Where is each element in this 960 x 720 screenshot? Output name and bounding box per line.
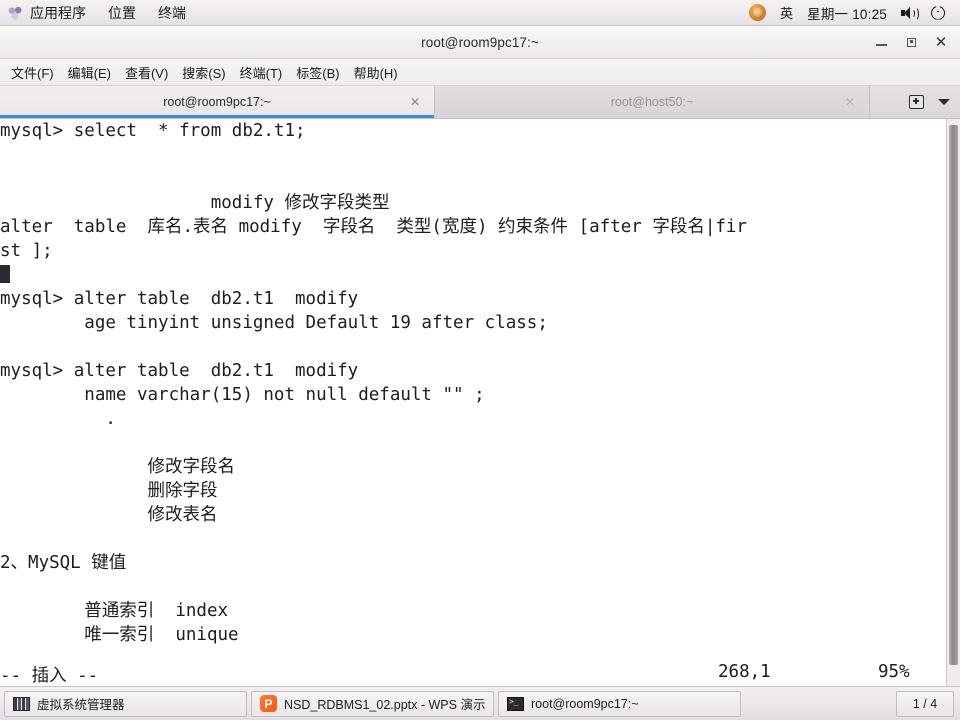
- power-button[interactable]: [924, 0, 952, 25]
- vim-mode-indicator: -- 插入 --: [0, 666, 99, 686]
- fcitx-input-method-icon: [749, 4, 767, 21]
- vim-ruler: 268,1: [718, 662, 771, 682]
- minimize-icon: [875, 44, 887, 46]
- terminal-line: name varchar(15) not null default "" ;: [0, 385, 485, 405]
- menu-help[interactable]: 帮助(H): [347, 60, 405, 85]
- terminal-line: .: [0, 409, 116, 429]
- panel-menu-group: 应用程序 位置 终端: [0, 0, 197, 25]
- menu-bar: 文件(F) 编辑(E) 查看(V) 搜索(S) 终端(T) 标签(B) 帮助(H…: [0, 59, 960, 86]
- window-titlebar[interactable]: root@room9pc17:~ ✕: [0, 26, 960, 59]
- terminal-line: 修改字段名: [0, 457, 236, 477]
- input-method-label[interactable]: 英: [773, 0, 800, 25]
- terminal-window: root@room9pc17:~ ✕ 文件(F) 编辑(E) 查看(V) 搜索(…: [0, 26, 960, 687]
- system-tray: 英 星期一 10:25: [742, 0, 960, 25]
- vim-status-line: -- 插入 -- 268,1 95%: [0, 661, 930, 687]
- tab-label: root@host50:~: [610, 95, 694, 109]
- maximize-icon: [906, 37, 916, 47]
- tab-close-icon[interactable]: ✕: [410, 95, 420, 109]
- panel-menu-applications[interactable]: 应用程序: [19, 0, 97, 25]
- menu-tabs[interactable]: 标签(B): [289, 60, 346, 85]
- power-icon: [931, 5, 945, 20]
- terminal-line: 修改表名: [0, 505, 218, 525]
- tab-close-icon[interactable]: ✕: [845, 95, 855, 109]
- workspace-switcher[interactable]: 1 / 4: [896, 690, 954, 717]
- menu-terminal[interactable]: 终端(T): [233, 60, 290, 85]
- panel-menu-terminal[interactable]: 终端: [147, 0, 197, 25]
- taskbar-item-virt-manager[interactable]: 虚拟系统管理器: [4, 690, 247, 717]
- tab-label: root@room9pc17:~: [163, 95, 271, 109]
- maximize-button[interactable]: [896, 26, 926, 58]
- terminal-line: mysql> alter table db2.t1 modify: [0, 361, 359, 381]
- terminal-line: 普通索引 index: [0, 601, 229, 621]
- vim-percent: 95%: [878, 662, 910, 682]
- terminal-line: alter table 库名.表名 modify 字段名 类型(宽度) 约束条件…: [0, 217, 747, 237]
- terminal-line: modify 修改字段类型: [0, 193, 390, 213]
- taskbar-item-terminal[interactable]: root@room9pc17:~: [498, 690, 741, 717]
- window-controls: ✕: [866, 26, 956, 58]
- terminal-line: st ];: [0, 241, 53, 261]
- input-method-indicator[interactable]: [742, 0, 773, 25]
- terminal-line: 唯一索引 unique: [0, 625, 239, 645]
- terminal-line: mysql> select * from db2.t1;: [0, 121, 306, 141]
- close-icon: ✕: [934, 32, 948, 51]
- desktop-screen: 应用程序 位置 终端 英 星期一 10:25 root@room9pc17:~ …: [0, 0, 960, 720]
- wps-presentation-icon: [260, 695, 277, 712]
- speaker-icon: [901, 6, 919, 21]
- taskbar-item-label: NSD_RDBMS1_02.pptx - WPS 演示: [284, 698, 485, 712]
- menu-view[interactable]: 查看(V): [118, 60, 175, 85]
- taskbar-item-wps-presentation[interactable]: NSD_RDBMS1_02.pptx - WPS 演示: [251, 690, 494, 717]
- scrollbar-thumb[interactable]: [949, 125, 958, 665]
- clock[interactable]: 星期一 10:25: [800, 0, 894, 25]
- terminal-line: age tinyint unsigned Default 19 after cl…: [0, 313, 548, 333]
- menu-file[interactable]: 文件(F): [4, 60, 61, 85]
- menu-search[interactable]: 搜索(S): [175, 60, 232, 85]
- terminal-scrollbar[interactable]: [946, 119, 960, 687]
- taskbar-item-label: 虚拟系统管理器: [37, 698, 125, 712]
- volume-button[interactable]: [894, 0, 924, 25]
- taskbar-item-label: root@room9pc17:~: [531, 696, 639, 711]
- taskbar: 虚拟系统管理器 NSD_RDBMS1_02.pptx - WPS 演示 root…: [0, 686, 960, 720]
- tabbar-tools: [909, 86, 960, 118]
- terminal-line: 2、MySQL 键值: [0, 553, 127, 573]
- minimize-button[interactable]: [866, 26, 896, 58]
- tab-root-room9pc17[interactable]: root@room9pc17:~ ✕: [0, 86, 435, 118]
- virtual-machine-manager-icon: [13, 696, 30, 711]
- tabbar-spacer: [870, 86, 909, 118]
- terminal-line: mysql> alter table db2.t1 modify: [0, 289, 359, 309]
- terminal-cursor: [0, 265, 10, 283]
- terminal-icon: [507, 696, 524, 711]
- chevron-down-icon[interactable]: [938, 99, 950, 105]
- menu-edit[interactable]: 编辑(E): [61, 60, 118, 85]
- panel-menu-places[interactable]: 位置: [97, 0, 147, 25]
- window-title: root@room9pc17:~: [421, 34, 539, 50]
- terminal-screen[interactable]: mysql> select * from db2.t1; modify 修改字段…: [0, 119, 960, 687]
- close-button[interactable]: ✕: [926, 26, 956, 58]
- tab-bar: root@room9pc17:~ ✕ root@host50:~ ✕: [0, 86, 960, 119]
- terminal-line: [0, 263, 930, 287]
- new-tab-icon[interactable]: [909, 95, 924, 109]
- tab-root-host50[interactable]: root@host50:~ ✕: [435, 86, 870, 118]
- top-panel: 应用程序 位置 终端 英 星期一 10:25: [0, 0, 960, 26]
- terminal-line: 删除字段: [0, 481, 218, 501]
- terminal-text: mysql> select * from db2.t1; modify 修改字段…: [0, 119, 930, 647]
